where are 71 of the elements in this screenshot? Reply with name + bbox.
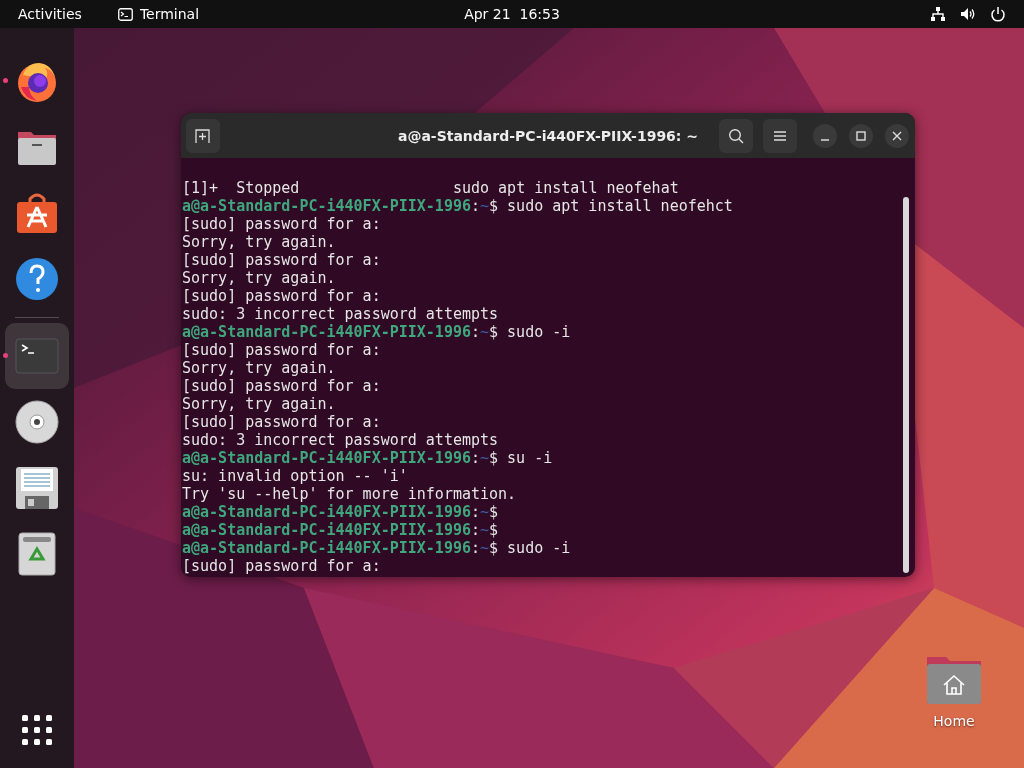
minimize-icon bbox=[820, 138, 830, 141]
prompt-sign: $ bbox=[489, 197, 499, 215]
search-button[interactable] bbox=[719, 118, 753, 153]
new-tab-icon bbox=[195, 127, 211, 144]
prompt-command: sudo -i bbox=[507, 323, 571, 341]
prompt-colon: : bbox=[471, 503, 480, 521]
prompt-sign: $ bbox=[489, 503, 499, 521]
prompt-host: a@a-Standard-PC-i440FX-PIIX-1996 bbox=[182, 197, 471, 215]
search-icon bbox=[728, 127, 744, 144]
terminal-output-line: Sorry, try again. bbox=[182, 269, 337, 287]
prompt-host: a@a-Standard-PC-i440FX-PIIX-1996 bbox=[182, 449, 471, 467]
network-icon[interactable] bbox=[930, 6, 946, 22]
terminal-output-line: su: invalid option -- 'i' bbox=[182, 467, 409, 485]
prompt-colon: : bbox=[471, 197, 480, 215]
prompt-host: a@a-Standard-PC-i440FX-PIIX-1996 bbox=[182, 539, 471, 557]
disc-icon[interactable] bbox=[15, 400, 59, 444]
new-tab-button[interactable] bbox=[186, 118, 220, 153]
prompt-sign: $ bbox=[489, 521, 499, 539]
scrollbar[interactable] bbox=[903, 197, 909, 573]
terminal-output-line: sudo: 3 incorrect password attempts bbox=[182, 305, 500, 323]
prompt-command: su -i bbox=[507, 449, 553, 467]
prompt-colon: : bbox=[471, 449, 480, 467]
home-folder-icon[interactable] bbox=[926, 655, 982, 705]
terminal-output-line: [sudo] password for a: bbox=[182, 215, 382, 233]
activities-button[interactable]: Activities bbox=[18, 6, 82, 22]
terminal-output-line: [sudo] password for a: bbox=[182, 413, 382, 431]
clock[interactable]: Apr 21 16:53 bbox=[464, 6, 560, 22]
minimize-button[interactable] bbox=[813, 123, 837, 148]
terminal-output-line: [sudo] password for a: bbox=[182, 287, 382, 305]
prompt-command: sudo -i bbox=[507, 539, 571, 557]
recycle-bin-icon[interactable] bbox=[15, 532, 59, 576]
app-grid-icon[interactable] bbox=[21, 714, 53, 746]
maximize-button[interactable] bbox=[849, 123, 873, 148]
volume-icon[interactable] bbox=[960, 6, 976, 22]
prompt-path: ~ bbox=[480, 521, 490, 539]
terminal-output-line: sudo: 3 incorrect password attempts bbox=[182, 431, 500, 449]
terminal-icon bbox=[117, 7, 133, 21]
prompt-colon: : bbox=[471, 539, 480, 557]
prompt-path: ~ bbox=[480, 197, 490, 215]
prompt-path: ~ bbox=[480, 503, 490, 521]
terminal-output-line: [sudo] password for a: bbox=[182, 341, 382, 359]
power-icon[interactable] bbox=[990, 6, 1006, 22]
prompt-path: ~ bbox=[480, 323, 490, 341]
prompt-host: a@a-Standard-PC-i440FX-PIIX-1996 bbox=[182, 521, 471, 539]
prompt-path: ~ bbox=[480, 539, 490, 557]
terminal-output-line: [sudo] password for a: bbox=[182, 557, 382, 575]
prompt-command: sudo apt install neofehct bbox=[507, 197, 733, 215]
terminal-output-line: Try 'su --help' for more information. bbox=[182, 485, 518, 503]
terminal-output-line: Sorry, try again. bbox=[182, 233, 337, 251]
maximize-icon bbox=[856, 130, 866, 141]
prompt-host: a@a-Standard-PC-i440FX-PIIX-1996 bbox=[182, 503, 471, 521]
menu-icon bbox=[773, 129, 787, 142]
app-menu[interactable]: Terminal bbox=[117, 6, 200, 22]
prompt-path: ~ bbox=[480, 449, 490, 467]
prompt-colon: : bbox=[471, 323, 480, 341]
terminal-output-line: [sudo] password for a: bbox=[182, 377, 382, 395]
terminal-output-line: Sorry, try again. bbox=[182, 395, 337, 413]
question-mark-icon[interactable] bbox=[15, 257, 59, 301]
prompt-sign: $ bbox=[489, 539, 499, 557]
shopping-bag-icon[interactable] bbox=[15, 191, 59, 235]
window-title: a@a-Standard-PC-i440FX-PIIX-1996: ~ bbox=[397, 127, 699, 144]
prompt-sign: $ bbox=[489, 323, 499, 341]
close-icon bbox=[892, 130, 902, 141]
prompt-host: a@a-Standard-PC-i440FX-PIIX-1996 bbox=[182, 323, 471, 341]
terminal-output-line: Sorry, try again. bbox=[182, 359, 337, 377]
close-button[interactable] bbox=[885, 123, 909, 148]
terminal-output-line: [1]+ Stopped sudo apt install neofehat bbox=[182, 179, 680, 197]
terminal-output-line: [sudo] password for a: bbox=[182, 251, 382, 269]
prompt-sign: $ bbox=[489, 449, 499, 467]
prompt-colon: : bbox=[471, 521, 480, 539]
menu-button[interactable] bbox=[763, 118, 797, 153]
